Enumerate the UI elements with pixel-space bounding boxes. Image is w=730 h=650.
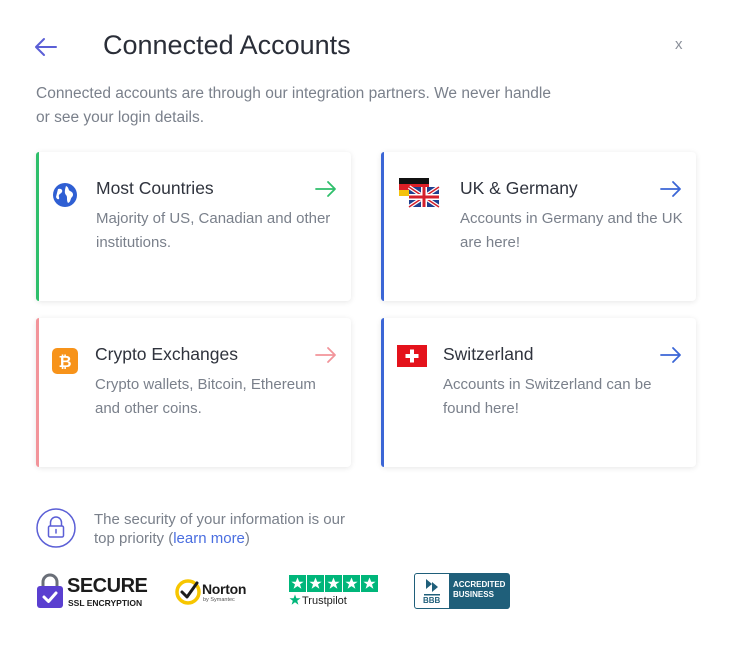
card-title: Switzerland — [443, 344, 534, 364]
card-most-countries[interactable]: Most Countries Majority of US, Canadian … — [36, 152, 351, 301]
star-icon — [325, 575, 342, 592]
card-switzerland[interactable]: Switzerland Accounts in Switzerland can … — [381, 318, 696, 467]
card-title: Crypto Exchanges — [95, 344, 238, 364]
norton-badge: Norton by Symantec — [175, 577, 255, 607]
card-uk-germany[interactable]: UK & Germany Accounts in Germany and the… — [381, 152, 696, 301]
bbb-line2: BUSINESS — [453, 590, 494, 599]
close-button[interactable]: x — [675, 36, 683, 53]
card-accent-bar — [381, 318, 384, 467]
card-title: UK & Germany — [460, 178, 578, 198]
star-icon — [343, 575, 360, 592]
bbb-logo: BBB — [417, 576, 447, 606]
card-description: Accounts in Germany and the UK are here! — [460, 210, 683, 251]
card-accent-bar — [381, 152, 384, 301]
arrow-right-icon — [660, 181, 681, 197]
card-title: Most Countries — [96, 178, 214, 198]
page-title: Connected Accounts — [103, 30, 351, 60]
globe-icon — [53, 183, 77, 207]
star-icon — [361, 575, 378, 592]
page-subtitle: Connected accounts are through our integ… — [36, 85, 551, 126]
swiss-flag-icon — [397, 345, 427, 367]
norton-subtitle: by Symantec — [203, 597, 235, 603]
trustpilot-name: Trustpilot — [302, 595, 347, 607]
card-description: Majority of US, Canadian and other insti… — [96, 210, 331, 251]
security-text: The security of your information is our … — [94, 511, 345, 547]
card-description: Accounts in Switzerland can be found her… — [443, 376, 652, 417]
bbb-line1: ACCREDITED — [453, 580, 506, 589]
star-icon — [289, 575, 306, 592]
back-arrow-icon[interactable] — [34, 36, 58, 58]
bitcoin-icon: ₿ — [52, 348, 78, 374]
card-crypto-exchanges[interactable]: ₿ Crypto Exchanges Crypto wallets, Bitco… — [36, 318, 351, 467]
uk-germany-flags-icon — [399, 178, 441, 208]
card-accent-bar — [36, 318, 39, 467]
star-icon — [307, 575, 324, 592]
arrow-right-icon — [315, 347, 336, 363]
trustpilot-star-icon — [289, 594, 301, 605]
bbb-mark: BBB — [423, 596, 441, 605]
secure-badge-title: SECURE — [67, 575, 148, 597]
secure-ssl-badge: SECURE SSL ENCRYPTION — [36, 573, 148, 611]
shield-check-icon — [37, 573, 63, 608]
arrow-right-icon — [315, 181, 336, 197]
card-description: Crypto wallets, Bitcoin, Ethereum and ot… — [95, 376, 316, 417]
arrow-right-icon — [660, 347, 681, 363]
card-accent-bar — [36, 152, 39, 301]
secure-badge-subtitle: SSL ENCRYPTION — [68, 598, 143, 608]
trustpilot-stars — [289, 575, 378, 592]
bbb-label: ACCREDITED BUSINESS — [449, 574, 509, 608]
norton-name: Norton — [202, 581, 247, 597]
learn-more-link[interactable]: learn more — [173, 530, 245, 547]
bbb-accredited-badge: BBB ACCREDITED BUSINESS — [414, 573, 510, 609]
svg-text:₿: ₿ — [58, 353, 71, 371]
trustpilot-badge: Trustpilot — [289, 575, 379, 609]
norton-check-icon — [175, 579, 201, 605]
lock-icon — [36, 508, 76, 548]
